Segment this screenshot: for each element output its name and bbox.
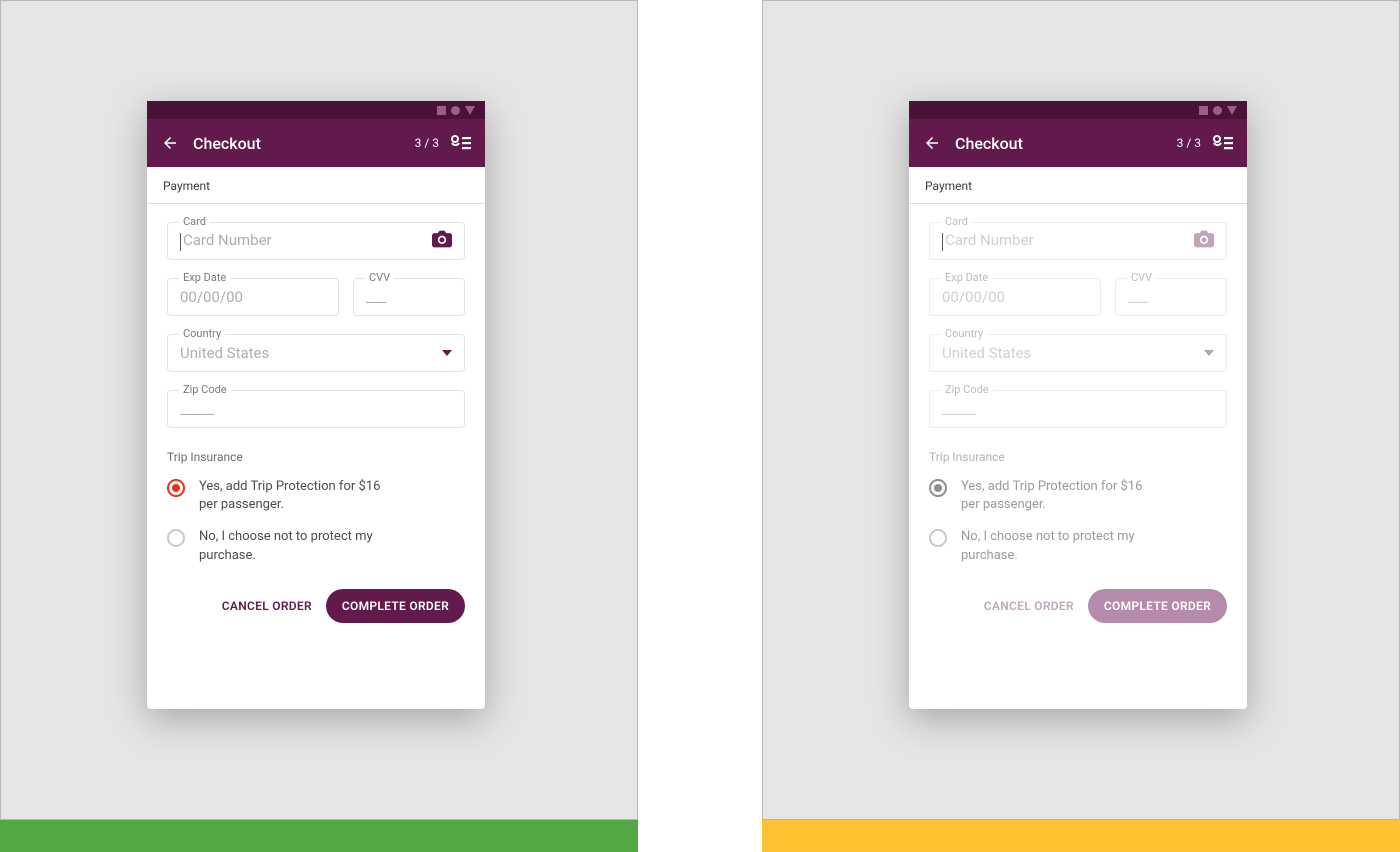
chevron-down-icon xyxy=(1204,350,1214,356)
card-label: Card xyxy=(179,215,210,228)
card-number-input[interactable]: Card Number xyxy=(167,222,465,260)
insurance-no-text: No, I choose not to protect my purchase. xyxy=(199,528,399,564)
trip-insurance-label: Trip Insurance xyxy=(929,450,1227,464)
card-field: Card Card Number xyxy=(167,222,465,260)
zip-field: Zip Code _____ xyxy=(167,390,465,428)
payment-form: Card Card Number Exp Date 00/00/ xyxy=(147,204,485,639)
card-label: Card xyxy=(941,215,972,228)
cvv-label: CVV xyxy=(1127,271,1156,284)
rating-bars xyxy=(0,820,1400,852)
country-field: Country United States xyxy=(167,334,465,372)
exp-placeholder: 00/00/00 xyxy=(942,288,1005,306)
camera-icon xyxy=(432,230,452,248)
card-placeholder: Card Number xyxy=(945,231,1034,249)
exp-placeholder: 00/00/00 xyxy=(180,288,243,306)
section-payment-header: Payment xyxy=(147,167,485,204)
zip-label: Zip Code xyxy=(941,383,993,396)
status-triangle-icon xyxy=(1227,106,1237,115)
status-square-icon xyxy=(1199,106,1208,115)
insurance-yes-text: Yes, add Trip Protection for $16 per pas… xyxy=(961,478,1161,514)
action-row: CANCEL ORDER COMPLETE ORDER xyxy=(167,589,465,623)
queue-icon xyxy=(451,135,471,151)
exp-date-field: Exp Date 00/00/00 xyxy=(167,278,339,316)
camera-icon xyxy=(1194,230,1214,248)
back-arrow-icon xyxy=(161,134,179,152)
insurance-yes-option[interactable]: Yes, add Trip Protection for $16 per pas… xyxy=(929,478,1227,514)
zip-placeholder: _____ xyxy=(180,400,214,418)
status-bar xyxy=(147,101,485,119)
radio-selected-icon xyxy=(167,479,185,497)
phone-mockup: Checkout 3 / 3 Payment xyxy=(147,101,485,709)
zip-placeholder: _____ xyxy=(942,400,976,418)
card-field: Card Card Number xyxy=(929,222,1227,260)
exp-label: Exp Date xyxy=(179,271,230,284)
panel-muted: Checkout 3 / 3 Payment xyxy=(762,0,1400,820)
insurance-no-option[interactable]: No, I choose not to protect my purchase. xyxy=(167,528,465,564)
exp-label: Exp Date xyxy=(941,271,992,284)
panel-active: Checkout 3 / 3 Payment xyxy=(0,0,638,820)
status-triangle-icon xyxy=(465,106,475,115)
country-value: United States xyxy=(180,344,269,362)
complete-button[interactable]: COMPLETE ORDER xyxy=(326,589,465,623)
page-title: Checkout xyxy=(955,134,1177,153)
cancel-button[interactable]: CANCEL ORDER xyxy=(984,599,1074,613)
exp-date-field: Exp Date 00/00/00 xyxy=(929,278,1101,316)
cvv-label: CVV xyxy=(365,271,394,284)
payment-form: Card Card Number Exp Date 00/00/ xyxy=(909,204,1247,639)
radio-unselected-icon xyxy=(929,529,947,547)
queue-icon xyxy=(1213,135,1233,151)
phone-mockup-muted: Checkout 3 / 3 Payment xyxy=(909,101,1247,709)
country-value: United States xyxy=(942,344,1031,362)
insurance-no-option[interactable]: No, I choose not to protect my purchase. xyxy=(929,528,1227,564)
action-row: CANCEL ORDER COMPLETE ORDER xyxy=(929,589,1227,623)
zip-field: Zip Code _____ xyxy=(929,390,1227,428)
cvv-field: CVV ___ xyxy=(1115,278,1227,316)
back-button[interactable] xyxy=(161,134,179,152)
status-circle-icon xyxy=(1213,106,1222,115)
app-bar: Checkout 3 / 3 xyxy=(909,119,1247,167)
card-number-input[interactable]: Card Number xyxy=(929,222,1227,260)
queue-button[interactable] xyxy=(1213,135,1233,151)
rating-bar-warn xyxy=(762,820,1400,852)
step-indicator: 3 / 3 xyxy=(415,136,439,150)
zip-label: Zip Code xyxy=(179,383,231,396)
insurance-yes-option[interactable]: Yes, add Trip Protection for $16 per pas… xyxy=(167,478,465,514)
page-title: Checkout xyxy=(193,134,415,153)
status-bar xyxy=(909,101,1247,119)
chevron-down-icon xyxy=(442,350,452,356)
country-label: Country xyxy=(941,327,987,340)
cancel-button[interactable]: CANCEL ORDER xyxy=(222,599,312,613)
cvv-field: CVV ___ xyxy=(353,278,465,316)
step-indicator: 3 / 3 xyxy=(1177,136,1201,150)
status-square-icon xyxy=(437,106,446,115)
card-placeholder: Card Number xyxy=(183,231,272,249)
insurance-yes-text: Yes, add Trip Protection for $16 per pas… xyxy=(199,478,399,514)
trip-insurance-label: Trip Insurance xyxy=(167,450,465,464)
queue-button[interactable] xyxy=(451,135,471,151)
app-bar: Checkout 3 / 3 xyxy=(147,119,485,167)
status-circle-icon xyxy=(451,106,460,115)
country-label: Country xyxy=(179,327,225,340)
back-arrow-icon xyxy=(923,134,941,152)
complete-button[interactable]: COMPLETE ORDER xyxy=(1088,589,1227,623)
scan-card-button[interactable] xyxy=(1194,230,1214,252)
cvv-placeholder: ___ xyxy=(1128,288,1148,306)
insurance-no-text: No, I choose not to protect my purchase. xyxy=(961,528,1161,564)
section-payment-header: Payment xyxy=(909,167,1247,204)
scan-card-button[interactable] xyxy=(432,230,452,252)
panel-gap xyxy=(638,0,762,820)
radio-unselected-icon xyxy=(167,529,185,547)
back-button[interactable] xyxy=(923,134,941,152)
country-field: Country United States xyxy=(929,334,1227,372)
radio-selected-icon xyxy=(929,479,947,497)
cvv-placeholder: ___ xyxy=(366,288,386,306)
rating-bar-good xyxy=(0,820,638,852)
